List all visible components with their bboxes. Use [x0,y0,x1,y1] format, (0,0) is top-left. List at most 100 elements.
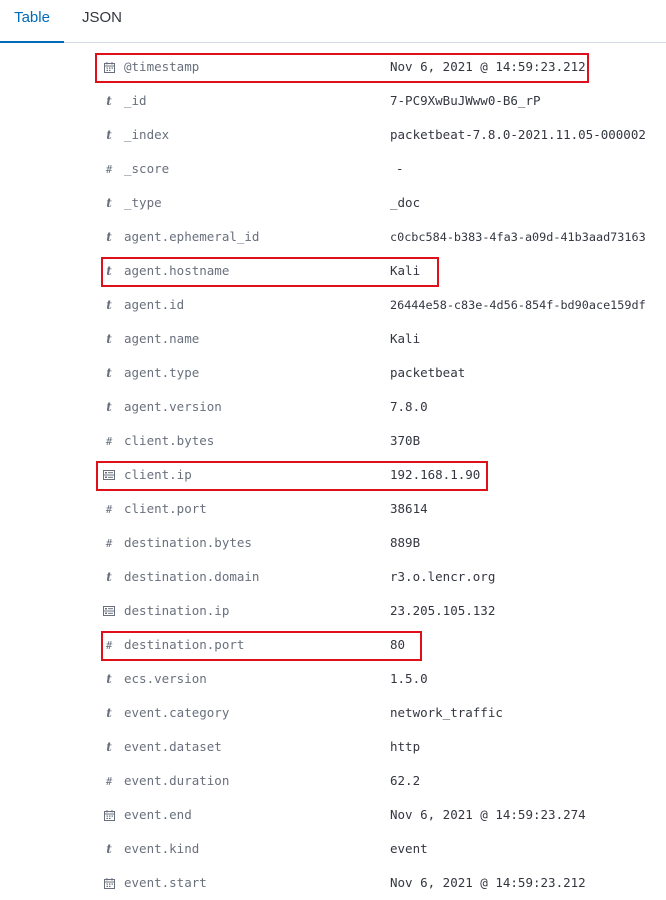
string-icon: t [106,264,112,278]
doc-view-tabs: Table JSON [0,0,666,43]
field-name: _id [124,93,147,108]
field-name: event.duration [124,773,230,788]
string-icon: t [106,94,112,108]
field-value: c0cbc584-b383-4fa3-a09d-41b3aad73163 [390,230,646,244]
string-icon: t [106,842,112,856]
field-row: t agent.name Kali [0,322,666,356]
string-icon: t [106,128,112,142]
field-value: packetbeat [390,365,466,380]
field-value: 889B [390,535,421,550]
field-row: t _index packetbeat-7.8.0-2021.11.05-00000… [0,118,666,152]
field-value: Nov 6, 2021 @ 14:59:23.274 [390,807,586,822]
field-value: Kali [390,331,421,346]
tab-json[interactable]: JSON [82,0,122,41]
field-row: # destination.bytes 889B [0,526,666,560]
field-row: # client.bytes 370B [0,424,666,458]
field-row: @timestamp Nov 6, 2021 @ 14:59:23.212 [0,50,666,84]
field-row: t agent.hostname Kali [0,254,666,288]
field-name: destination.domain [124,569,260,584]
field-name: event.kind [124,841,200,856]
field-name: event.category [124,705,230,720]
string-icon: t [106,332,112,346]
field-name: client.bytes [124,433,215,448]
field-name: @timestamp [124,59,200,74]
string-icon: t [106,366,112,380]
field-row: t event.kind event [0,832,666,866]
field-name: destination.ip [124,603,230,618]
field-name: _type [124,195,162,210]
field-value: event [390,841,428,856]
field-name: agent.name [124,331,200,346]
field-row: destination.ip 23.205.105.132 [0,594,666,628]
calendar-icon [103,50,115,84]
field-name: client.port [124,501,207,516]
field-value: packetbeat-7.8.0-2021.11.05-000002 [390,127,646,142]
number-icon: # [105,638,113,652]
string-icon: t [106,230,112,244]
field-name: event.dataset [124,739,222,754]
field-value: r3.o.lencr.org [390,569,496,584]
field-row: t destination.domain r3.o.lencr.org [0,560,666,594]
calendar-icon [103,798,115,832]
number-icon: # [105,774,113,788]
field-value: - [396,161,404,176]
string-icon: t [106,570,112,584]
field-value: 62.2 [390,773,421,788]
number-icon: # [105,502,113,516]
field-row: t event.dataset http [0,730,666,764]
field-name: agent.id [124,297,185,312]
number-icon: # [105,162,113,176]
field-name: _score [124,161,170,176]
field-name: agent.ephemeral_id [124,229,260,244]
field-value: 23.205.105.132 [390,603,496,618]
field-name: ecs.version [124,671,207,686]
field-name: destination.bytes [124,535,252,550]
field-row: event.end Nov 6, 2021 @ 14:59:23.274 [0,798,666,832]
field-name: event.end [124,807,192,822]
field-row: # destination.port 80 [0,628,666,662]
string-icon: t [106,740,112,754]
field-row: t _type _doc [0,186,666,220]
field-value: _doc [390,195,421,210]
ip-icon [103,458,115,492]
field-value: Kali [390,263,421,278]
field-value: 370B [390,433,421,448]
field-row: # event.duration 62.2 [0,764,666,798]
field-value: 1.5.0 [390,671,428,686]
field-name: agent.hostname [124,263,230,278]
field-row: # _score - [0,152,666,186]
field-row: t event.category network_traffic [0,696,666,730]
field-row: # client.port 38614 [0,492,666,526]
field-row: client.ip 192.168.1.90 [0,458,666,492]
string-icon: t [106,400,112,414]
field-value: 7.8.0 [390,399,428,414]
field-row: t agent.type packetbeat [0,356,666,390]
number-icon: # [105,434,113,448]
string-icon: t [106,672,112,686]
field-value: 26444e58-c83e-4d56-854f-bd90ace159df [390,298,646,312]
field-row: t agent.ephemeral_id c0cbc584-b383-4fa3-a0… [0,220,666,254]
number-icon: # [105,536,113,550]
field-row: t agent.id 26444e58-c83e-4d56-854f-bd90ace… [0,288,666,322]
field-row: t _id 7-PC9XwBuJWww0-B6_rP [0,84,666,118]
tab-table[interactable]: Table [0,0,64,43]
ip-icon [103,594,115,628]
field-row: t ecs.version 1.5.0 [0,662,666,696]
string-icon: t [106,706,112,720]
field-name: client.ip [124,467,192,482]
field-value: 38614 [390,501,428,516]
field-row: t agent.version 7.8.0 [0,390,666,424]
field-name: agent.type [124,365,200,380]
field-value: Nov 6, 2021 @ 14:59:23.212 [390,59,586,74]
field-value: 80 [390,637,406,652]
field-name: destination.port [124,637,245,652]
field-name: agent.version [124,399,222,414]
field-value: network_traffic [390,705,503,720]
field-name: _index [124,127,170,142]
field-value: http [390,739,421,754]
field-table: @timestamp Nov 6, 2021 @ 14:59:23.212 t _id… [0,50,666,900]
string-icon: t [106,298,112,312]
field-value: 7-PC9XwBuJWww0-B6_rP [390,93,541,108]
field-value: 192.168.1.90 [390,467,481,482]
string-icon: t [106,196,112,210]
